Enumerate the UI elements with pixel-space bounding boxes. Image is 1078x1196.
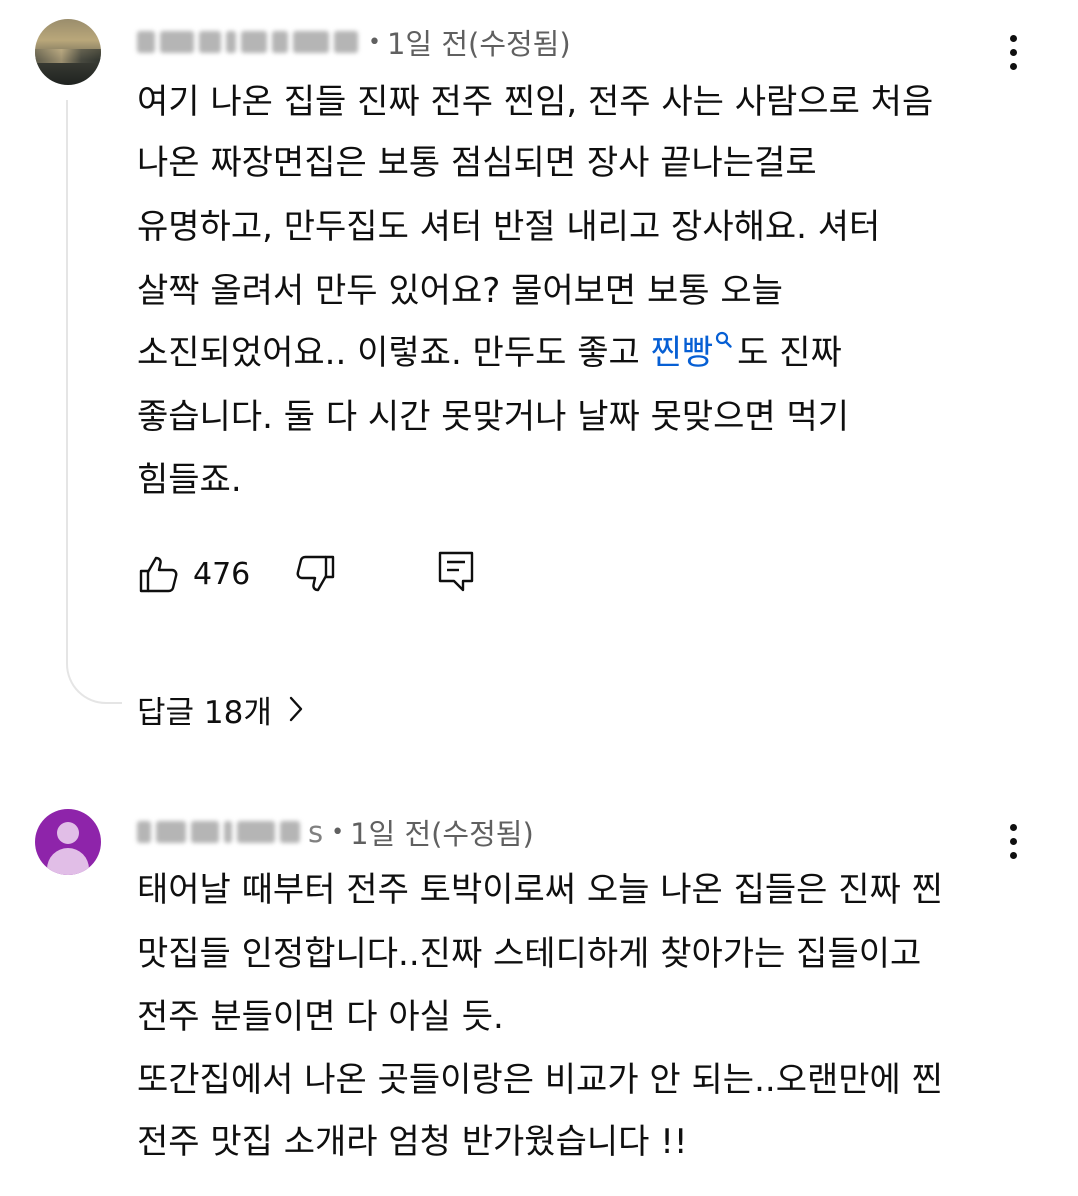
author-name-blurred[interactable]	[137, 821, 300, 843]
replies-label: 답글 18개	[137, 694, 272, 731]
chevron-right-icon	[289, 696, 303, 722]
search-tag-link[interactable]: 찐빵	[650, 331, 734, 373]
comment-icon	[438, 551, 474, 592]
comment-text-line: 좋습니다. 둘 다 시간 못맞거나 날짜 못맞으면 먹기	[137, 397, 850, 437]
comment-header: • 1일 전(수정됨)	[137, 22, 571, 62]
comment-header: s • 1일 전(수정됨)	[137, 812, 534, 852]
reply-thread-line	[66, 100, 122, 704]
comment-text-line: 유명하고, 만두집도 셔터 반절 내리고 장사해요. 셔터	[137, 207, 881, 247]
comment-text-segment: 소진되었어요.. 이렇죠. 만두도 좋고	[137, 333, 651, 373]
meta-separator: •	[331, 819, 345, 845]
avatar[interactable]	[35, 809, 101, 875]
comment-timestamp: 1일 전(수정됨)	[386, 27, 571, 61]
comment-text-segment: 도 진짜	[737, 333, 842, 373]
avatar[interactable]	[35, 19, 101, 85]
search-tag-label: 찐빵	[650, 333, 714, 373]
author-name-visible-suffix: s	[308, 815, 324, 849]
comment-timestamp: 1일 전(수정됨)	[350, 817, 534, 851]
comment-text-line: 또간집에서 나온 곳들이랑은 비교가 안 되는..오랜만에 찐	[137, 1060, 943, 1100]
comment-text-line: 전주 맛집 소개라 엄청 반가웠습니다 !!	[137, 1122, 688, 1162]
comment-text-line: 맛집들 인정합니다..진짜 스테디하게 찾아가는 집들이고	[137, 934, 922, 974]
view-replies-button[interactable]: 답글 18개	[137, 683, 304, 735]
avatar-person-body	[47, 848, 89, 875]
comment-text-line: 여기 나온 집들 진짜 전주 찐임, 전주 사는 사람으로 처음	[137, 82, 934, 122]
search-icon	[716, 331, 732, 348]
comment-text-line: 힘들죠.	[137, 460, 242, 500]
comment-text-line: 태어날 때부터 전주 토박이로써 오늘 나온 집들은 진짜 찐	[137, 870, 943, 910]
more-vert-icon[interactable]	[993, 811, 1033, 871]
dislike-button[interactable]	[295, 552, 337, 596]
comment-text-line: 살짝 올려서 만두 있어요? 물어보면 보통 오늘	[137, 271, 783, 311]
reply-button[interactable]	[437, 550, 475, 594]
thumbs-down-icon	[296, 555, 335, 592]
thumbs-up-icon	[139, 556, 178, 593]
like-button[interactable]: 476	[137, 552, 250, 596]
comment-text-line: 소진되었어요.. 이렇죠. 만두도 좋고 찐빵 도 진짜	[137, 323, 842, 383]
avatar-person-head	[57, 822, 79, 844]
comment-text-line: 전주 분들이면 다 아실 듯.	[137, 997, 504, 1037]
comment-text-line: 나온 짜장면집은 보통 점심되면 장사 끝나는걸로	[137, 143, 817, 183]
meta-separator: •	[368, 29, 381, 55]
avatar-photo-landscape	[35, 49, 101, 63]
more-vert-icon[interactable]	[993, 22, 1033, 82]
author-name-blurred[interactable]	[137, 31, 358, 53]
like-count: 476	[193, 556, 251, 592]
